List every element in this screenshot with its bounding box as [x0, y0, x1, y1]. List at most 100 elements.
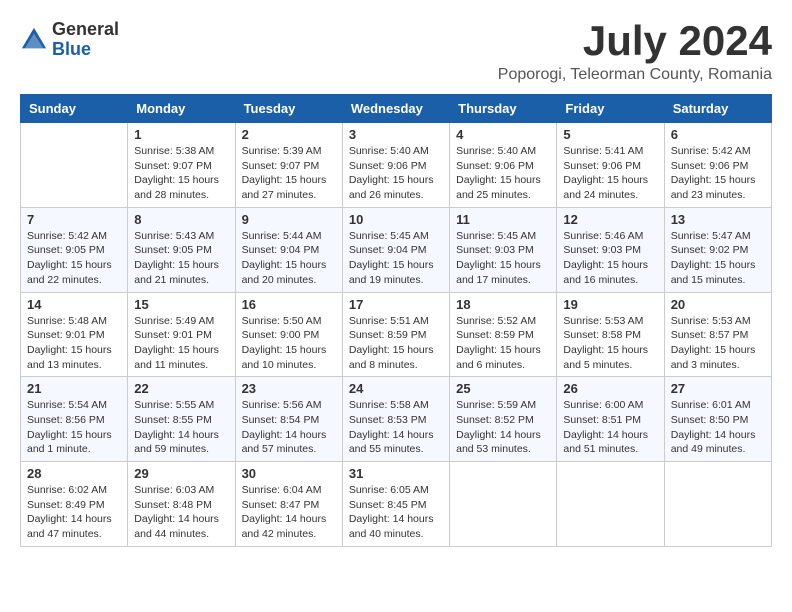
- calendar-cell: 10 Sunrise: 5:45 AM Sunset: 9:04 PM Dayli…: [342, 207, 449, 292]
- calendar-cell: [21, 123, 128, 208]
- day-number: 12: [563, 212, 657, 227]
- day-info: Sunrise: 5:51 AM Sunset: 8:59 PM Dayligh…: [349, 314, 443, 373]
- day-info: Sunrise: 5:39 AM Sunset: 9:07 PM Dayligh…: [242, 144, 336, 203]
- day-number: 21: [27, 381, 121, 396]
- calendar-cell: 23 Sunrise: 5:56 AM Sunset: 8:54 PM Dayli…: [235, 377, 342, 462]
- calendar-cell: [450, 462, 557, 547]
- day-number: 26: [563, 381, 657, 396]
- page-header: General Blue July 2024 Poporogi, Teleorm…: [20, 20, 772, 84]
- week-row-3: 14Sunrise: 5:48 AM Sunset: 9:01 PM Dayli…: [21, 292, 772, 377]
- day-info: Sunrise: 6:05 AM Sunset: 8:45 PM Dayligh…: [349, 483, 443, 542]
- day-number: 18: [456, 297, 550, 312]
- calendar-cell: [664, 462, 771, 547]
- day-number: 6: [671, 127, 765, 142]
- day-number: 28: [27, 466, 121, 481]
- weekday-header-friday: Friday: [557, 95, 664, 123]
- weekday-header-wednesday: Wednesday: [342, 95, 449, 123]
- calendar-cell: 20 Sunrise: 5:53 AM Sunset: 8:57 PM Dayli…: [664, 292, 771, 377]
- day-number: 16: [242, 297, 336, 312]
- month-title: July 2024: [498, 20, 772, 62]
- day-info: Sunrise: 6:03 AM Sunset: 8:48 PM Dayligh…: [134, 483, 228, 542]
- day-info: Sunrise: 5:45 AM Sunset: 9:04 PM Dayligh…: [349, 229, 443, 288]
- day-number: 31: [349, 466, 443, 481]
- day-info: Sunrise: 5:47 AM Sunset: 9:02 PM Dayligh…: [671, 229, 765, 288]
- calendar-cell: 29Sunrise: 6:03 AM Sunset: 8:48 PM Dayli…: [128, 462, 235, 547]
- day-info: Sunrise: 5:53 AM Sunset: 8:57 PM Dayligh…: [671, 314, 765, 373]
- weekday-header-thursday: Thursday: [450, 95, 557, 123]
- calendar-cell: 28 Sunrise: 6:02 AM Sunset: 8:49 PM Dayli…: [21, 462, 128, 547]
- location-title: Poporogi, Teleorman County, Romania: [498, 66, 772, 84]
- day-info: Sunrise: 5:40 AM Sunset: 9:06 PM Dayligh…: [456, 144, 550, 203]
- day-info: Sunrise: 5:53 AM Sunset: 8:58 PM Dayligh…: [563, 314, 657, 373]
- logo-general: General: [52, 20, 119, 40]
- day-number: 24: [349, 381, 443, 396]
- day-number: 10: [349, 212, 443, 227]
- calendar-cell: [557, 462, 664, 547]
- calendar-cell: 2Sunrise: 5:39 AM Sunset: 9:07 PM Daylig…: [235, 123, 342, 208]
- day-number: 25: [456, 381, 550, 396]
- week-row-5: 28 Sunrise: 6:02 AM Sunset: 8:49 PM Dayli…: [21, 462, 772, 547]
- day-info: Sunrise: 5:54 AM Sunset: 8:56 PM Dayligh…: [27, 398, 121, 457]
- title-block: July 2024 Poporogi, Teleorman County, Ro…: [498, 20, 772, 84]
- day-number: 4: [456, 127, 550, 142]
- calendar-cell: 15 Sunrise: 5:49 AM Sunset: 9:01 PM Dayli…: [128, 292, 235, 377]
- calendar-cell: 14Sunrise: 5:48 AM Sunset: 9:01 PM Dayli…: [21, 292, 128, 377]
- calendar-cell: 24 Sunrise: 5:58 AM Sunset: 8:53 PM Dayli…: [342, 377, 449, 462]
- day-info: Sunrise: 5:58 AM Sunset: 8:53 PM Dayligh…: [349, 398, 443, 457]
- week-row-1: 1 Sunrise: 5:38 AM Sunset: 9:07 PM Daylig…: [21, 123, 772, 208]
- day-info: Sunrise: 5:42 AM Sunset: 9:06 PM Dayligh…: [671, 144, 765, 203]
- calendar-cell: 17 Sunrise: 5:51 AM Sunset: 8:59 PM Dayli…: [342, 292, 449, 377]
- day-number: 30: [242, 466, 336, 481]
- calendar-cell: 4 Sunrise: 5:40 AM Sunset: 9:06 PM Daylig…: [450, 123, 557, 208]
- day-number: 20: [671, 297, 765, 312]
- calendar-cell: 21 Sunrise: 5:54 AM Sunset: 8:56 PM Dayli…: [21, 377, 128, 462]
- day-info: Sunrise: 5:59 AM Sunset: 8:52 PM Dayligh…: [456, 398, 550, 457]
- day-info: Sunrise: 6:01 AM Sunset: 8:50 PM Dayligh…: [671, 398, 765, 457]
- day-number: 17: [349, 297, 443, 312]
- calendar-cell: 9 Sunrise: 5:44 AM Sunset: 9:04 PM Daylig…: [235, 207, 342, 292]
- day-info: Sunrise: 5:45 AM Sunset: 9:03 PM Dayligh…: [456, 229, 550, 288]
- day-number: 13: [671, 212, 765, 227]
- day-info: Sunrise: 5:42 AM Sunset: 9:05 PM Dayligh…: [27, 229, 121, 288]
- calendar-cell: 25 Sunrise: 5:59 AM Sunset: 8:52 PM Dayli…: [450, 377, 557, 462]
- calendar-cell: 26 Sunrise: 6:00 AM Sunset: 8:51 PM Dayli…: [557, 377, 664, 462]
- calendar-cell: 1 Sunrise: 5:38 AM Sunset: 9:07 PM Daylig…: [128, 123, 235, 208]
- calendar-cell: 18 Sunrise: 5:52 AM Sunset: 8:59 PM Dayli…: [450, 292, 557, 377]
- day-info: Sunrise: 5:55 AM Sunset: 8:55 PM Dayligh…: [134, 398, 228, 457]
- logo: General Blue: [20, 20, 119, 60]
- day-info: Sunrise: 5:44 AM Sunset: 9:04 PM Dayligh…: [242, 229, 336, 288]
- day-number: 3: [349, 127, 443, 142]
- calendar-cell: 3Sunrise: 5:40 AM Sunset: 9:06 PM Daylig…: [342, 123, 449, 208]
- day-number: 15: [134, 297, 228, 312]
- weekday-header-saturday: Saturday: [664, 95, 771, 123]
- day-number: 14: [27, 297, 121, 312]
- weekday-header-sunday: Sunday: [21, 95, 128, 123]
- day-info: Sunrise: 5:52 AM Sunset: 8:59 PM Dayligh…: [456, 314, 550, 373]
- day-number: 9: [242, 212, 336, 227]
- day-info: Sunrise: 5:49 AM Sunset: 9:01 PM Dayligh…: [134, 314, 228, 373]
- calendar-cell: 8 Sunrise: 5:43 AM Sunset: 9:05 PM Daylig…: [128, 207, 235, 292]
- calendar-cell: 12 Sunrise: 5:46 AM Sunset: 9:03 PM Dayli…: [557, 207, 664, 292]
- day-info: Sunrise: 5:41 AM Sunset: 9:06 PM Dayligh…: [563, 144, 657, 203]
- day-number: 19: [563, 297, 657, 312]
- calendar-cell: 5 Sunrise: 5:41 AM Sunset: 9:06 PM Daylig…: [557, 123, 664, 208]
- day-info: Sunrise: 5:43 AM Sunset: 9:05 PM Dayligh…: [134, 229, 228, 288]
- day-number: 23: [242, 381, 336, 396]
- day-info: Sunrise: 6:00 AM Sunset: 8:51 PM Dayligh…: [563, 398, 657, 457]
- day-info: Sunrise: 5:56 AM Sunset: 8:54 PM Dayligh…: [242, 398, 336, 457]
- calendar-cell: 30 Sunrise: 6:04 AM Sunset: 8:47 PM Dayli…: [235, 462, 342, 547]
- day-info: Sunrise: 6:02 AM Sunset: 8:49 PM Dayligh…: [27, 483, 121, 542]
- day-number: 5: [563, 127, 657, 142]
- day-number: 11: [456, 212, 550, 227]
- logo-text: General Blue: [52, 20, 119, 60]
- day-number: 1: [134, 127, 228, 142]
- weekday-header-monday: Monday: [128, 95, 235, 123]
- day-number: 22: [134, 381, 228, 396]
- day-info: Sunrise: 5:46 AM Sunset: 9:03 PM Dayligh…: [563, 229, 657, 288]
- day-info: Sunrise: 6:04 AM Sunset: 8:47 PM Dayligh…: [242, 483, 336, 542]
- calendar-cell: 11 Sunrise: 5:45 AM Sunset: 9:03 PM Dayli…: [450, 207, 557, 292]
- day-info: Sunrise: 5:38 AM Sunset: 9:07 PM Dayligh…: [134, 144, 228, 203]
- day-number: 8: [134, 212, 228, 227]
- calendar-cell: 27Sunrise: 6:01 AM Sunset: 8:50 PM Dayli…: [664, 377, 771, 462]
- weekday-header-tuesday: Tuesday: [235, 95, 342, 123]
